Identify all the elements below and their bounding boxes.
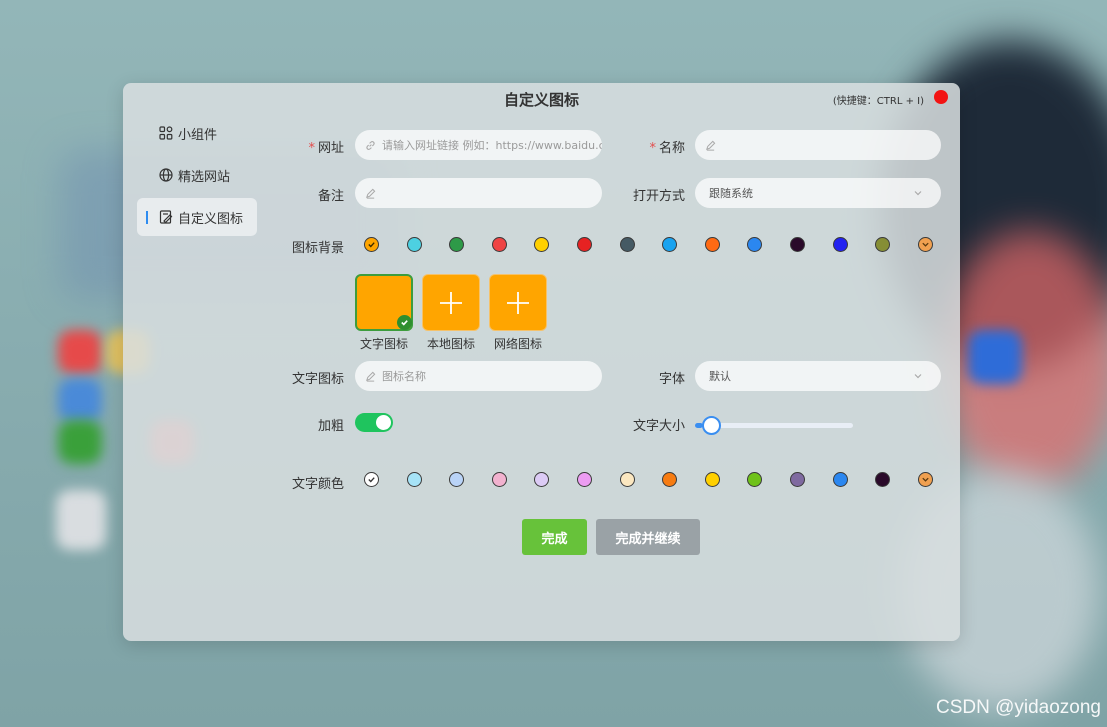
color-swatch[interactable]	[577, 472, 592, 487]
font-select[interactable]: 默认	[695, 361, 941, 391]
color-swatch[interactable]	[662, 472, 678, 487]
plus-icon	[440, 291, 462, 314]
chevron-down-icon	[922, 242, 929, 247]
color-swatch[interactable]	[406, 237, 422, 252]
watermark: CSDN @yidaozong	[935, 697, 1101, 718]
shortcut-hint: (快捷键：CTRL + I)	[832, 96, 924, 107]
chevron-down-icon	[914, 191, 922, 196]
name-input[interactable]	[695, 130, 941, 160]
color-swatch[interactable]	[747, 237, 763, 252]
color-swatch[interactable]	[491, 472, 507, 487]
remark-label: 备注	[317, 189, 344, 204]
open-mode-label: 打开方式	[632, 189, 685, 204]
bold-toggle[interactable]	[355, 413, 393, 432]
text-icon-tile[interactable]	[355, 274, 413, 331]
side-menu: 小组件 精选网站 自定义图标	[137, 114, 257, 240]
tile-caption: 本地图标	[426, 337, 475, 351]
color-swatch[interactable]	[875, 237, 891, 252]
pencil-icon	[366, 371, 376, 382]
remark-input[interactable]	[355, 178, 602, 208]
color-swatch[interactable]	[704, 237, 720, 252]
color-swatch[interactable]	[619, 472, 635, 487]
custom-icon-dialog: 自定义图标 (快捷键：CTRL + I) 小组件 精选网站 自定义图标 * 网址 …	[123, 83, 960, 641]
color-swatch[interactable]	[449, 472, 465, 487]
color-swatch[interactable]	[364, 472, 379, 487]
color-swatch[interactable]	[491, 237, 507, 252]
color-swatch[interactable]	[619, 237, 635, 252]
url-placeholder: 请输入网址链接 例如：https://www.baidu.c	[382, 139, 602, 152]
done-button[interactable]: 完成	[522, 519, 587, 555]
pencil-icon	[706, 140, 716, 151]
color-swatch[interactable]	[790, 237, 805, 252]
name-label: * 名称	[649, 141, 685, 156]
chevron-down-icon	[914, 374, 922, 379]
bold-label: 加粗	[317, 419, 344, 434]
color-swatch[interactable]	[406, 472, 422, 487]
color-swatch[interactable]	[449, 237, 465, 252]
text-icon-label: 文字图标	[291, 372, 344, 387]
color-swatch[interactable]	[747, 472, 763, 487]
icon-name-input[interactable]: 图标名称	[355, 361, 602, 391]
color-swatch[interactable]	[364, 237, 379, 252]
text-color-label: 文字颜色	[291, 477, 344, 492]
url-input[interactable]: 请输入网址链接 例如：https://www.baidu.c	[355, 130, 602, 160]
color-swatch[interactable]	[534, 237, 550, 252]
color-swatch[interactable]	[534, 472, 550, 487]
menu-item-widgets[interactable]: 小组件	[137, 114, 257, 152]
color-swatch[interactable]	[917, 237, 933, 252]
web-icon-tile[interactable]	[489, 274, 547, 331]
tile-caption: 文字图标	[359, 337, 408, 351]
check-icon	[368, 477, 375, 483]
edit-doc-icon	[159, 210, 173, 224]
color-swatch[interactable]	[662, 237, 678, 252]
check-badge-icon	[397, 315, 412, 330]
menu-item-label: 自定义图标	[178, 211, 244, 227]
link-icon	[366, 140, 375, 150]
url-label: * 网址	[308, 141, 344, 156]
globe-icon	[159, 168, 173, 182]
color-swatch[interactable]	[704, 472, 720, 487]
menu-item-label: 精选网站	[178, 169, 231, 185]
pencil-icon	[366, 188, 376, 199]
color-swatch[interactable]	[832, 472, 848, 487]
check-icon	[368, 242, 375, 248]
color-swatch[interactable]	[577, 237, 592, 252]
local-icon-tile[interactable]	[422, 274, 480, 331]
slider-handle[interactable]	[702, 416, 721, 435]
open-mode-select[interactable]: 跟随系统	[695, 178, 941, 208]
font-label: 字体	[658, 372, 685, 387]
menu-item-featured-sites[interactable]: 精选网站	[137, 156, 257, 194]
done-continue-button[interactable]: 完成并继续	[596, 519, 700, 555]
color-swatch[interactable]	[832, 237, 848, 252]
widgets-icon	[159, 126, 173, 140]
icon-name-placeholder: 图标名称	[382, 370, 426, 383]
icon-bg-label: 图标背景	[291, 241, 344, 256]
color-swatch[interactable]	[790, 472, 805, 487]
color-swatch[interactable]	[917, 472, 933, 487]
tile-caption: 网络图标	[493, 337, 542, 351]
font-value: 默认	[709, 370, 731, 383]
font-size-label: 文字大小	[632, 419, 685, 434]
open-mode-value: 跟随系统	[709, 187, 753, 200]
menu-item-custom-icon[interactable]: 自定义图标	[137, 198, 257, 236]
toggle-knob	[376, 415, 391, 430]
plus-icon	[507, 291, 529, 314]
color-swatch[interactable]	[875, 472, 891, 487]
chevron-down-icon	[922, 477, 929, 482]
close-button[interactable]	[934, 90, 948, 104]
menu-item-label: 小组件	[178, 127, 218, 143]
